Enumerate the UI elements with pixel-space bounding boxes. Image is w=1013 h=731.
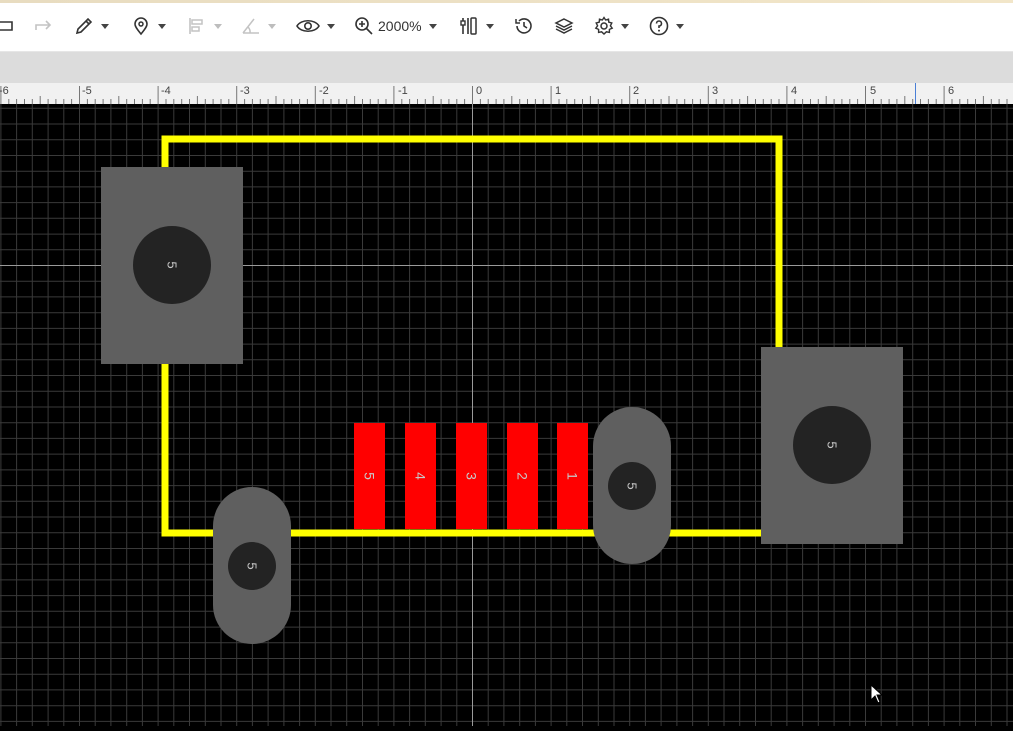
pad-number: 5 (245, 562, 260, 569)
undo-button[interactable] (0, 13, 14, 39)
ruler-label: -4 (161, 85, 171, 97)
smd-pad[interactable]: 4 (405, 423, 436, 529)
location-pin-icon (134, 17, 148, 36)
ruler-label: -1 (398, 85, 408, 97)
pad-number: 2 (515, 472, 531, 480)
layers-button[interactable] (554, 13, 574, 39)
pad-number: 5 (362, 472, 378, 480)
ruler-label: 5 (870, 85, 877, 97)
angle-icon (242, 18, 259, 34)
ruler-label: 3 (712, 85, 719, 97)
draw-tool-button[interactable] (74, 13, 109, 39)
chevron-down-icon (158, 23, 166, 29)
history-icon (515, 18, 532, 34)
redo-button[interactable] (34, 13, 54, 39)
chevron-down-icon (621, 23, 629, 29)
pad-number: 5 (825, 441, 840, 448)
horizontal-ruler[interactable]: -6 -5 -4 -3 -2 -1 0 1 2 3 4 5 6 (0, 83, 1013, 105)
ruler-ticks (0, 86, 1008, 104)
place-tool-button[interactable] (131, 13, 166, 39)
help-icon (649, 16, 669, 36)
pad-number: 5 (625, 482, 640, 489)
mounting-pad[interactable]: 5 (761, 347, 903, 544)
view-button[interactable] (296, 13, 335, 39)
settings-button[interactable] (594, 13, 629, 39)
ruler-label: 6 (948, 85, 955, 97)
chevron-down-icon (214, 23, 222, 29)
chevron-down-icon (268, 23, 276, 29)
chevron-down-icon (486, 23, 494, 29)
smd-pad[interactable]: 2 (507, 423, 538, 529)
pad-number: 5 (165, 261, 180, 268)
ruler-label: -3 (240, 85, 250, 97)
pcb-drawing[interactable]: 5 5 5 5 5 4 3 2 1 (0, 104, 1013, 726)
chevron-down-icon (101, 23, 109, 29)
ruler-label: 0 (476, 85, 483, 97)
ruler-cursor-marker (915, 83, 916, 104)
smd-pad[interactable]: 5 (354, 423, 385, 529)
smd-pad[interactable]: 1 (557, 423, 588, 529)
pcb-canvas[interactable]: 5 5 5 5 5 4 3 2 1 (0, 104, 1013, 726)
help-button[interactable] (649, 13, 684, 39)
ruler-label: -6 (0, 85, 9, 97)
align-tool-button[interactable] (187, 13, 222, 39)
oval-pad[interactable]: 5 (593, 407, 671, 564)
gear-icon (594, 16, 614, 35)
align-icon (189, 18, 203, 34)
options-bar (0, 52, 1013, 83)
history-button[interactable] (514, 13, 534, 39)
layers-icon (554, 18, 574, 34)
smd-pad[interactable]: 3 (456, 423, 487, 529)
toolbar: 2000% (0, 3, 1013, 52)
ruler-label: 2 (633, 85, 640, 97)
pencil-icon (75, 17, 93, 35)
ruler-label: 1 (555, 85, 562, 97)
measure-tool-button[interactable] (241, 13, 276, 39)
zoom-button[interactable]: 2000% (354, 13, 437, 39)
eye-icon (296, 19, 320, 33)
pad-number: 3 (464, 472, 480, 480)
undo-icon (0, 21, 13, 31)
tools-button[interactable] (459, 13, 494, 39)
zoom-in-icon (355, 17, 373, 35)
mouse-cursor-icon (870, 684, 884, 704)
pad-number: 1 (565, 472, 581, 480)
mounting-pad[interactable]: 5 (101, 167, 243, 364)
ruler-label: 4 (791, 85, 798, 97)
zoom-level: 2000% (378, 18, 422, 34)
chevron-down-icon (428, 23, 437, 29)
chevron-down-icon (676, 23, 684, 29)
redo-icon (35, 20, 52, 30)
oval-pad[interactable]: 5 (213, 487, 291, 644)
ruler-label: -5 (82, 85, 92, 97)
pad-number: 4 (413, 472, 429, 480)
chevron-down-icon (327, 23, 335, 29)
toolkit-icon (460, 17, 477, 35)
ruler-label: -2 (319, 85, 329, 97)
